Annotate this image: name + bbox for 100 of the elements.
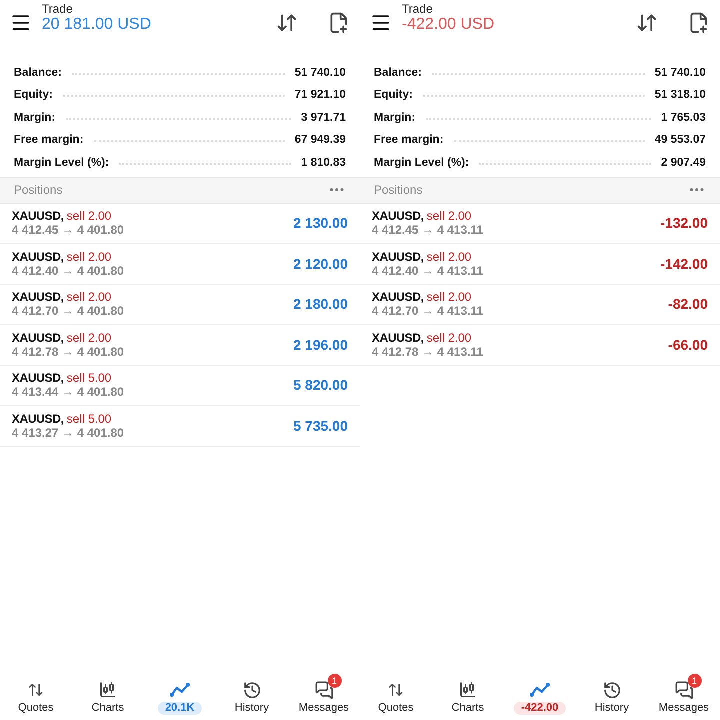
position-side: sell 5.00 — [66, 412, 112, 426]
unread-badge: 1 — [688, 674, 702, 688]
position-side: sell 2.00 — [66, 209, 112, 224]
candlestick-icon — [459, 681, 477, 699]
position-symbol: XAUUSD, — [12, 371, 64, 386]
nav-tab[interactable]: Quotes — [360, 674, 432, 720]
position-profit: 2 130.00 — [294, 215, 348, 232]
position-symbol: XAUUSD, — [12, 250, 64, 264]
chat-bubbles-icon — [314, 680, 334, 700]
screen-title: Trade — [42, 2, 74, 16]
position-side: sell 2.00 — [426, 330, 472, 345]
position-profit: 2 180.00 — [294, 296, 348, 312]
nav-tab[interactable]: History — [576, 674, 648, 720]
nav-tab[interactable]: Charts — [432, 674, 504, 720]
position-profit: 2 196.00 — [294, 336, 348, 353]
nav-tab[interactable]: History — [216, 674, 288, 720]
position-profit: 2 120.00 — [294, 256, 348, 272]
summary-label: Balance: — [14, 66, 62, 78]
nav-tab[interactable]: 1 Messages — [288, 674, 360, 720]
nav-tab[interactable]: -422.00 — [504, 674, 576, 720]
position-symbol: XAUUSD, — [12, 412, 64, 426]
position-row[interactable]: XAUUSD, sell 2.00 4 412.78 → 4 401.80 2 196.00 — [0, 325, 360, 366]
position-prices: 4 412.78 → 4 401.80 — [12, 344, 124, 359]
summary-label: Margin Level (%): — [14, 156, 110, 168]
position-side: sell 2.00 — [66, 250, 112, 264]
position-symbol: XAUUSD, — [372, 250, 424, 264]
new-order-icon[interactable] — [328, 12, 350, 34]
unread-badge: 1 — [328, 674, 342, 688]
position-symbol: XAUUSD, — [372, 330, 424, 345]
position-profit: -66.00 — [668, 336, 708, 353]
position-profit: 5 820.00 — [294, 377, 348, 394]
position-prices: 4 412.40 → 4 413.11 — [372, 264, 484, 278]
up-down-arrows-icon — [388, 682, 404, 698]
line-chart-icon — [170, 683, 190, 697]
summary-value: 3 971.71 — [301, 112, 346, 124]
position-side: sell 2.00 — [66, 290, 112, 304]
position-side: sell 2.00 — [426, 290, 472, 304]
summary-value: 51 318.10 — [654, 89, 706, 101]
position-side: sell 2.00 — [66, 330, 112, 345]
position-profit: 5 735.00 — [294, 418, 348, 434]
summary-label: Margin Level (%): — [374, 156, 470, 168]
position-row[interactable]: XAUUSD, sell 2.00 4 412.40 → 4 401.80 2 120.00 — [0, 244, 360, 284]
screen-title: Trade — [402, 2, 434, 16]
summary-value: 1 810.83 — [301, 156, 346, 168]
position-row[interactable]: XAUUSD, sell 2.00 4 412.70 → 4 413.11 -82.00 — [360, 284, 720, 325]
candlestick-icon — [99, 681, 117, 699]
position-symbol: XAUUSD, — [12, 209, 64, 224]
nav-tab[interactable]: 20.1K — [144, 674, 216, 720]
position-profit: -82.00 — [668, 296, 708, 312]
sort-icon[interactable] — [276, 12, 298, 34]
section-title: Positions — [374, 183, 423, 197]
position-row[interactable]: XAUUSD, sell 2.00 4 412.45 → 4 401.80 2 130.00 — [0, 204, 360, 244]
summary-label: Margin: — [374, 112, 416, 124]
position-prices: 4 412.78 → 4 413.11 — [372, 344, 484, 359]
summary-label: Equity: — [14, 89, 53, 101]
position-row[interactable]: XAUUSD, sell 2.00 4 412.78 → 4 413.11 -66.00 — [360, 325, 720, 366]
history-icon — [242, 680, 262, 700]
summary-label: Balance: — [374, 66, 422, 78]
new-order-icon[interactable] — [688, 12, 710, 34]
position-side: sell 2.00 — [426, 209, 472, 224]
position-prices: 4 412.70 → 4 413.11 — [372, 304, 484, 318]
position-prices: 4 412.45 → 4 413.11 — [372, 223, 484, 238]
summary-value: 51 740.10 — [654, 66, 706, 78]
summary-value: 2 907.49 — [661, 156, 706, 168]
summary-value: 49 553.07 — [654, 134, 706, 146]
position-side: sell 2.00 — [426, 250, 472, 264]
position-symbol: XAUUSD, — [372, 209, 424, 224]
position-row[interactable]: XAUUSD, sell 2.00 4 412.40 → 4 413.11 -142.00 — [360, 244, 720, 284]
summary-label: Equity: — [374, 89, 413, 101]
position-prices: 4 412.40 → 4 401.80 — [12, 264, 124, 278]
position-prices: 4 413.44 → 4 401.80 — [12, 385, 124, 400]
section-title: Positions — [14, 183, 63, 197]
summary-label: Free margin: — [14, 134, 84, 146]
position-row[interactable]: XAUUSD, sell 2.00 4 412.45 → 4 413.11 -132.00 — [360, 204, 720, 244]
position-row[interactable]: XAUUSD, sell 2.00 4 412.70 → 4 401.80 2 180.00 — [0, 284, 360, 325]
line-chart-icon — [530, 683, 550, 697]
position-side: sell 5.00 — [66, 371, 112, 386]
chat-bubbles-icon — [674, 680, 694, 700]
summary-label: Margin: — [14, 112, 56, 124]
sort-icon[interactable] — [636, 12, 658, 34]
position-profit: -132.00 — [660, 215, 708, 232]
up-down-arrows-icon — [28, 682, 44, 698]
summary-value: 51 740.10 — [294, 66, 346, 78]
floating-profit: -422.00 USD — [402, 16, 496, 34]
position-symbol: XAUUSD, — [372, 290, 424, 304]
summary-value: 1 765.03 — [661, 112, 706, 124]
nav-tab[interactable]: Charts — [72, 674, 144, 720]
history-icon — [602, 680, 622, 700]
summary-value: 67 949.39 — [294, 134, 346, 146]
position-symbol: XAUUSD, — [12, 330, 64, 345]
summary-value: 71 921.10 — [294, 89, 346, 101]
summary-label: Free margin: — [374, 134, 444, 146]
nav-tab[interactable]: 1 Messages — [648, 674, 720, 720]
position-row[interactable]: XAUUSD, sell 5.00 4 413.44 → 4 401.80 5 820.00 — [0, 366, 360, 406]
position-prices: 4 412.45 → 4 401.80 — [12, 223, 124, 238]
nav-tab[interactable]: Quotes — [0, 674, 72, 720]
position-symbol: XAUUSD, — [12, 290, 64, 304]
position-prices: 4 412.70 → 4 401.80 — [12, 304, 124, 318]
position-prices: 4 413.27 → 4 401.80 — [12, 426, 124, 440]
position-profit: -142.00 — [660, 256, 708, 272]
